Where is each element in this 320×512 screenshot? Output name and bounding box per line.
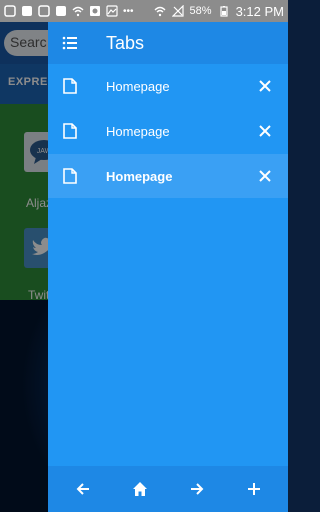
notification-icon [56, 6, 66, 16]
more-notifications-icon: ••• [123, 5, 134, 17]
no-signal-icon [171, 5, 184, 17]
home-icon [132, 482, 147, 496]
back-button[interactable] [70, 476, 96, 502]
tab-item[interactable]: Homepage [48, 109, 288, 153]
tabs-drawer: Tabs Homepage Homepage Homepage [48, 22, 288, 512]
tab-label: Homepage [106, 78, 170, 94]
forward-button[interactable] [184, 476, 210, 502]
tab-item[interactable]: Homepage [48, 64, 288, 108]
document-icon [63, 78, 77, 94]
new-tab-button[interactable] [241, 476, 267, 502]
battery-icon [219, 6, 228, 17]
drawer-footer-toolbar [48, 466, 288, 512]
notification-icon [22, 6, 32, 16]
status-notification-icons: ••• [4, 5, 134, 17]
back-arrow-icon [76, 483, 89, 495]
wifi-icon [154, 6, 166, 17]
drawer-title: Tabs [106, 32, 145, 53]
status-bar: ••• 58% 3:12 PM [0, 0, 288, 22]
document-icon [63, 123, 77, 139]
close-icon[interactable] [258, 124, 272, 138]
list-icon[interactable] [62, 35, 78, 51]
status-system-icons: 58% 3:12 PM [154, 4, 284, 19]
tab-label: Homepage [106, 168, 173, 184]
drawer-header: Tabs [48, 22, 288, 64]
notification-icon [4, 5, 16, 17]
forward-arrow-icon [190, 483, 203, 495]
battery-percent: 58% [189, 5, 212, 17]
tab-item-active[interactable]: Homepage [48, 154, 288, 198]
record-icon [90, 6, 100, 16]
wifi-icon [72, 6, 84, 17]
document-icon [63, 168, 77, 184]
status-time: 3:12 PM [235, 3, 284, 19]
image-icon [106, 5, 118, 17]
notification-icon [38, 5, 50, 17]
home-button[interactable] [127, 476, 153, 502]
add-icon [247, 483, 260, 495]
close-icon[interactable] [258, 169, 272, 183]
close-icon[interactable] [258, 79, 272, 93]
tab-label: Homepage [106, 123, 170, 139]
